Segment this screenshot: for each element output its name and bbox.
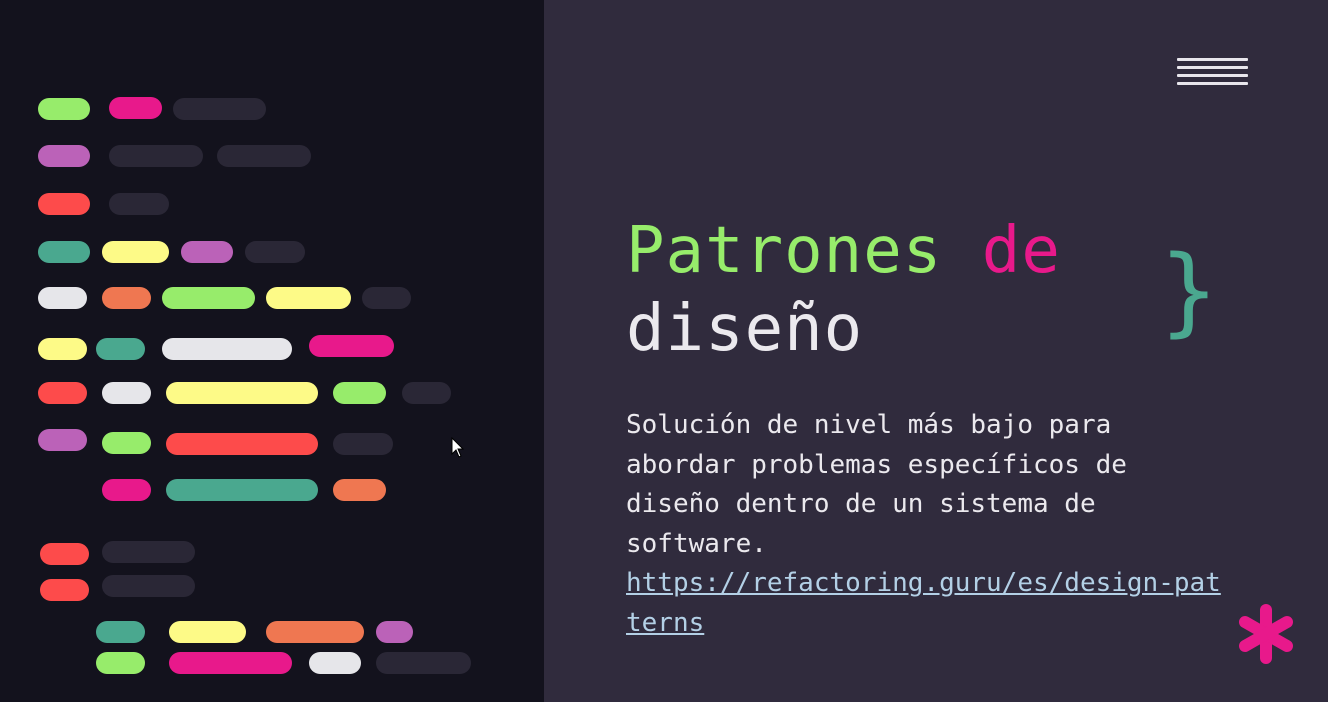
code-pill: [109, 97, 162, 119]
title-word-de: de: [981, 214, 1061, 288]
code-pill: [217, 145, 311, 167]
code-pill: [376, 652, 471, 674]
code-pill: [102, 382, 151, 404]
code-pill: [102, 287, 151, 309]
code-pill: [162, 338, 292, 360]
reference-link[interactable]: https://refactoring.guru/es/design-patte…: [626, 568, 1221, 638]
asterisk-icon: [1239, 604, 1293, 664]
code-pill: [38, 193, 90, 215]
code-pill: [402, 382, 451, 404]
code-pill: [96, 652, 145, 674]
code-pill: [96, 338, 145, 360]
description-text: Solución de nivel más bajo para abordar …: [626, 406, 1226, 643]
code-pill: [333, 433, 393, 455]
code-pill: [38, 98, 90, 120]
page-title: Patrones de diseño: [626, 212, 1061, 368]
code-pill: [102, 575, 195, 597]
code-pill: [166, 382, 318, 404]
code-pill: [38, 338, 87, 360]
code-pill: [245, 241, 305, 263]
code-pill: [166, 433, 318, 455]
code-pill: [309, 335, 394, 357]
mouse-cursor-icon: [451, 437, 465, 458]
code-pill: [102, 432, 151, 454]
code-pill: [96, 621, 145, 643]
content-panel: Patrones de diseño } Solución de nivel m…: [544, 0, 1328, 702]
code-pill: [38, 287, 87, 309]
code-pill: [38, 382, 87, 404]
title-word-patrones: Patrones: [626, 214, 943, 288]
code-pill: [362, 287, 411, 309]
code-pill: [309, 652, 361, 674]
code-pill: [173, 98, 266, 120]
code-pill: [102, 241, 169, 263]
code-pill: [333, 382, 386, 404]
curly-brace-decoration: }: [1160, 235, 1218, 347]
code-art-panel: [0, 0, 544, 702]
code-pill: [169, 621, 246, 643]
code-pill: [40, 543, 89, 565]
code-pill: [40, 579, 89, 601]
description-body: Solución de nivel más bajo para abordar …: [626, 410, 1127, 559]
code-pill: [38, 241, 90, 263]
code-pill: [166, 479, 318, 501]
code-pill: [333, 479, 386, 501]
code-pill: [102, 479, 151, 501]
code-pill: [162, 287, 255, 309]
code-pill: [38, 145, 90, 167]
code-pill: [109, 145, 203, 167]
title-word-diseno: diseño: [626, 292, 864, 366]
code-pill: [102, 541, 195, 563]
code-pill: [181, 241, 233, 263]
hamburger-menu-icon[interactable]: [1177, 56, 1249, 92]
code-pill: [38, 429, 87, 451]
code-pill: [266, 287, 351, 309]
code-pill: [169, 652, 292, 674]
code-pill: [109, 193, 169, 215]
code-pill: [266, 621, 364, 643]
code-pill: [376, 621, 413, 643]
